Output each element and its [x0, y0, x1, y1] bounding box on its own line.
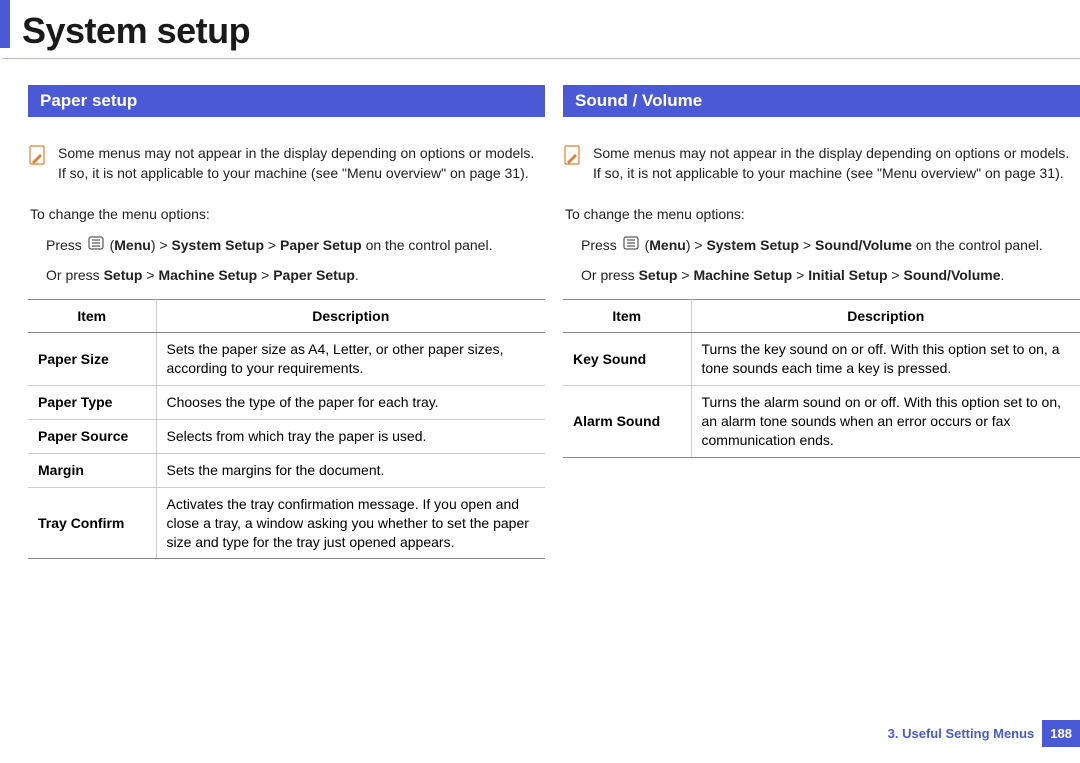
post: on the control panel.: [362, 237, 493, 253]
press-line-1-right: Press (Menu) > System Setup > Sound/Volu…: [581, 236, 1080, 256]
footer-chapter-label: 3. Useful Setting Menus: [888, 726, 1035, 741]
note-icon: [563, 145, 583, 167]
note-icon: [28, 145, 48, 167]
item-cell: Margin: [28, 453, 156, 487]
sep: ) >: [686, 237, 707, 253]
desc-cell: Turns the alarm sound on or off. With th…: [691, 386, 1080, 458]
page-title: System setup: [0, 10, 1080, 52]
header-underline: [2, 58, 1080, 59]
desc-cell: Turns the key sound on or off. With this…: [691, 333, 1080, 386]
sound-table: Item Description Key SoundTurns the key …: [563, 299, 1080, 457]
menu-button-icon: [623, 236, 639, 256]
item-cell: Alarm Sound: [563, 386, 691, 458]
press-pre: Or press: [581, 267, 639, 283]
nav-b1: System Setup: [706, 237, 799, 253]
nav-b3: Initial Setup: [808, 267, 887, 283]
content-columns: Paper setup Some menus may not appear in…: [0, 59, 1080, 559]
right-column: Sound / Volume Some menus may not appear…: [563, 85, 1080, 559]
press-line-2-left: Or press Setup > Machine Setup > Paper S…: [46, 266, 545, 286]
sep: >: [677, 267, 693, 283]
desc-cell: Sets the paper size as A4, Letter, or ot…: [156, 333, 545, 386]
note-text-right: Some menus may not appear in the display…: [593, 143, 1076, 184]
left-column: Paper setup Some menus may not appear in…: [28, 85, 545, 559]
nav-b1: System Setup: [171, 237, 264, 253]
page-footer: 3. Useful Setting Menus 188: [888, 720, 1080, 747]
item-cell: Paper Size: [28, 333, 156, 386]
desc-cell: Activates the tray confirmation message.…: [156, 487, 545, 559]
table-row: Paper SizeSets the paper size as A4, Let…: [28, 333, 545, 386]
nav-b4: Sound/Volume: [904, 267, 1001, 283]
desc-cell: Chooses the type of the paper for each t…: [156, 386, 545, 420]
th-desc: Description: [156, 300, 545, 333]
press-line-2-right: Or press Setup > Machine Setup > Initial…: [581, 266, 1080, 286]
item-cell: Key Sound: [563, 333, 691, 386]
menu-label: Menu: [114, 237, 151, 253]
menu-label: Menu: [649, 237, 686, 253]
note-box-left: Some menus may not appear in the display…: [28, 143, 545, 184]
table-row: Paper SourceSelects from which tray the …: [28, 419, 545, 453]
desc-cell: Sets the margins for the document.: [156, 453, 545, 487]
sep: >: [257, 267, 273, 283]
item-cell: Tray Confirm: [28, 487, 156, 559]
page-number: 188: [1042, 720, 1080, 747]
th-item: Item: [28, 300, 156, 333]
change-label-right: To change the menu options:: [565, 206, 1080, 222]
desc-cell: Selects from which tray the paper is use…: [156, 419, 545, 453]
table-header-row: Item Description: [28, 300, 545, 333]
nav-b2: Machine Setup: [693, 267, 792, 283]
sep: >: [264, 237, 280, 253]
menu-button-icon: [88, 236, 104, 256]
press-pre: Or press: [46, 267, 104, 283]
accent-bar: [0, 0, 10, 48]
sep: >: [888, 267, 904, 283]
nav-b1: Setup: [639, 267, 678, 283]
section-header-paper: Paper setup: [28, 85, 545, 117]
sep: >: [142, 267, 158, 283]
note-box-right: Some menus may not appear in the display…: [563, 143, 1080, 184]
nav-b2: Paper Setup: [280, 237, 362, 253]
nav-b2: Sound/Volume: [815, 237, 912, 253]
post: on the control panel.: [912, 237, 1043, 253]
post: .: [1000, 267, 1004, 283]
sep: >: [799, 237, 815, 253]
nav-b2: Machine Setup: [158, 267, 257, 283]
nav-b3: Paper Setup: [273, 267, 355, 283]
item-cell: Paper Source: [28, 419, 156, 453]
press-line-1-left: Press (Menu) > System Setup > Paper Setu…: [46, 236, 545, 256]
th-item: Item: [563, 300, 691, 333]
table-row: MarginSets the margins for the document.: [28, 453, 545, 487]
paper-table: Item Description Paper SizeSets the pape…: [28, 299, 545, 559]
item-cell: Paper Type: [28, 386, 156, 420]
table-row: Key SoundTurns the key sound on or off. …: [563, 333, 1080, 386]
nav-b1: Setup: [104, 267, 143, 283]
table-row: Alarm SoundTurns the alarm sound on or o…: [563, 386, 1080, 458]
change-label-left: To change the menu options:: [30, 206, 545, 222]
note-text-left: Some menus may not appear in the display…: [58, 143, 541, 184]
th-desc: Description: [691, 300, 1080, 333]
sep: >: [792, 267, 808, 283]
page-header: System setup: [0, 0, 1080, 59]
post: .: [355, 267, 359, 283]
sep: ) >: [151, 237, 172, 253]
press-pre: Press: [46, 237, 82, 253]
section-header-sound: Sound / Volume: [563, 85, 1080, 117]
press-pre: Press: [581, 237, 617, 253]
table-header-row: Item Description: [563, 300, 1080, 333]
table-row: Tray ConfirmActivates the tray confirmat…: [28, 487, 545, 559]
table-row: Paper TypeChooses the type of the paper …: [28, 386, 545, 420]
